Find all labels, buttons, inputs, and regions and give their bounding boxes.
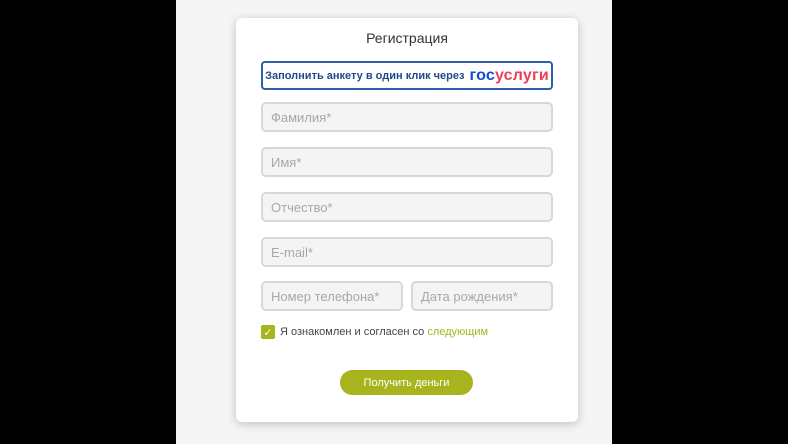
- agreement-link[interactable]: следующим: [427, 326, 488, 338]
- registration-card: Регистрация Заполнить анкету в один клик…: [236, 18, 578, 422]
- gosuslugi-logo-uslugi: услуги: [494, 66, 549, 84]
- first-name-input[interactable]: [261, 147, 553, 177]
- agreement-label: Я ознакомлен и согласен со следующим: [280, 325, 488, 339]
- gosuslugi-button-label: Заполнить анкету в один клик через: [265, 69, 465, 82]
- get-money-button[interactable]: Получить деньги: [340, 370, 473, 395]
- agreement-checkbox[interactable]: ✓: [261, 325, 275, 339]
- middle-name-input[interactable]: [261, 192, 553, 222]
- agreement-text: Я ознакомлен и согласен со: [280, 326, 425, 338]
- last-name-input[interactable]: [261, 102, 553, 132]
- form-title: Регистрация: [366, 30, 448, 46]
- gosuslugi-logo-gos: гос: [469, 66, 495, 84]
- email-input[interactable]: [261, 237, 553, 267]
- phone-input[interactable]: [261, 281, 403, 311]
- gosuslugi-fill-button[interactable]: Заполнить анкету в один клик через госус…: [261, 61, 553, 90]
- gosuslugi-logo: госуслуги: [469, 67, 548, 85]
- checkmark-icon: ✓: [263, 326, 273, 339]
- birth-date-input[interactable]: [411, 281, 553, 311]
